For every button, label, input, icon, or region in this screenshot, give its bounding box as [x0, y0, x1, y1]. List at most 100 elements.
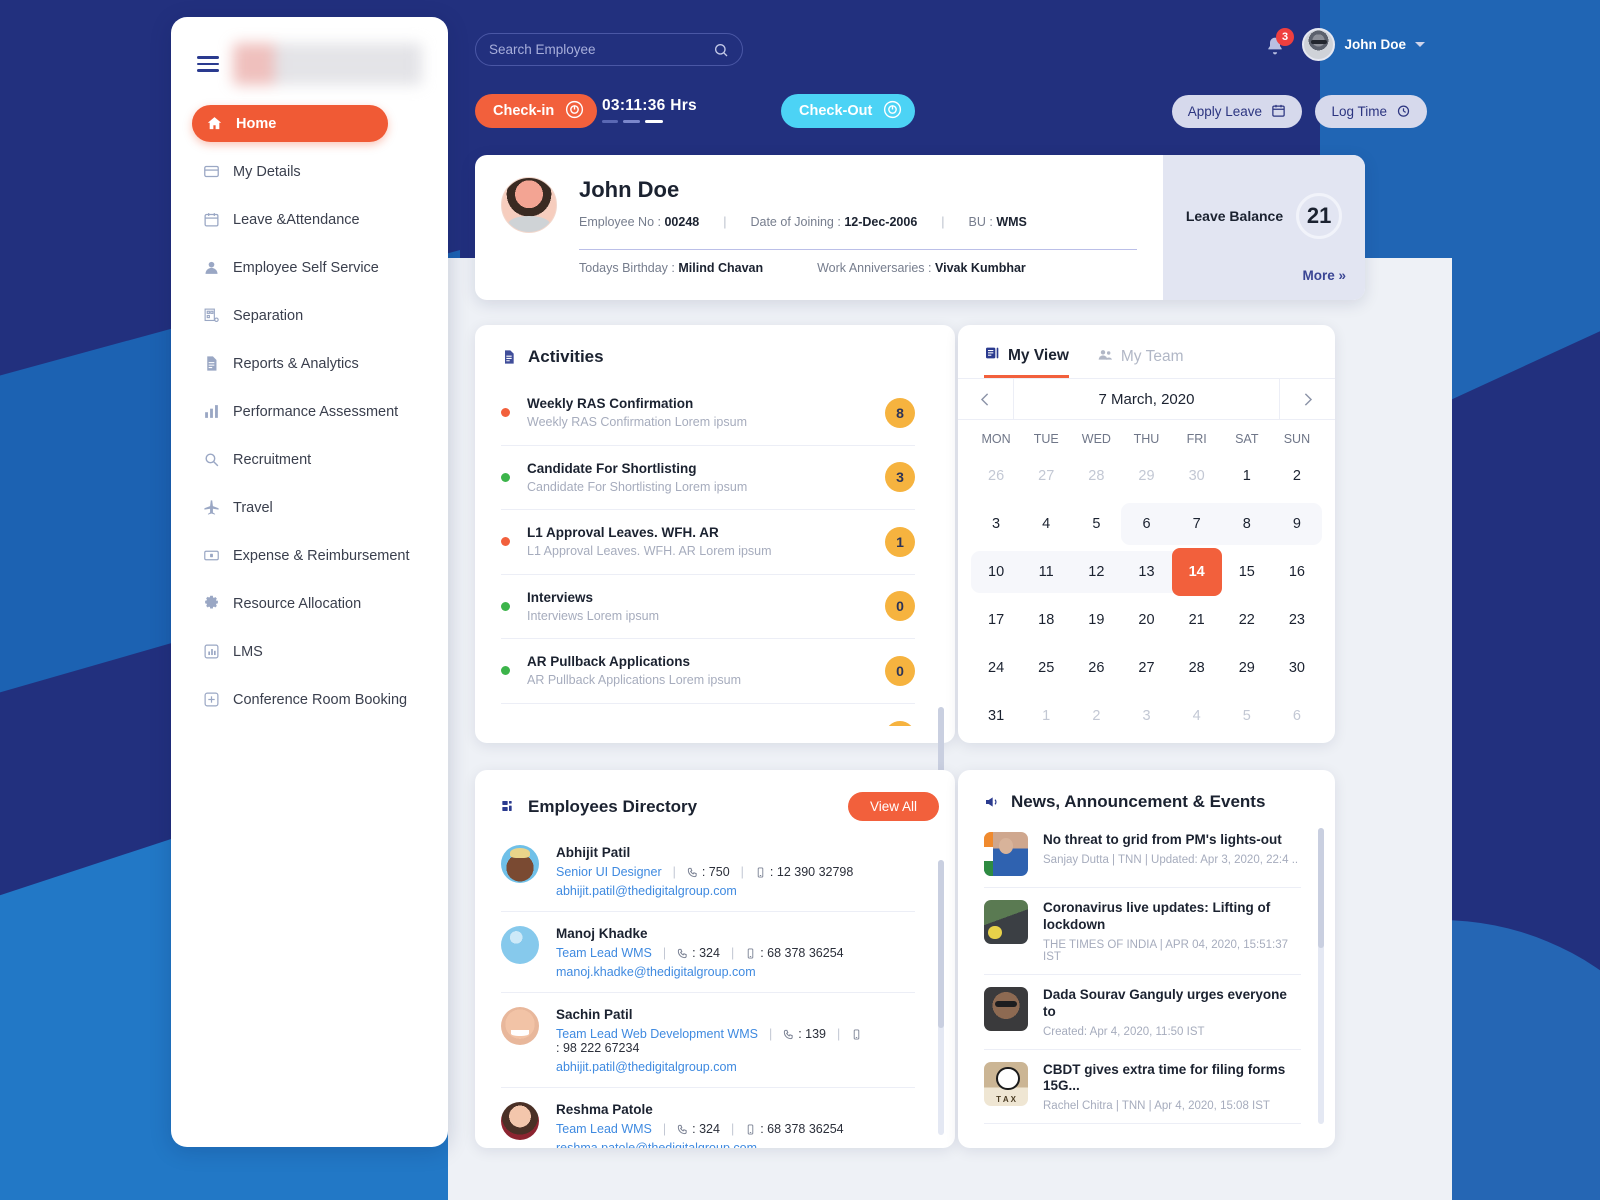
calendar-week-row: 17 18 19 20 21 22 23 [971, 596, 1322, 644]
activity-row[interactable]: Weekly RAS Confirmation Weekly RAS Confir… [501, 381, 915, 446]
calendar-day-cell[interactable]: 30 [1272, 644, 1322, 692]
activity-row[interactable]: AR Pullback Applications AR Pullback Appl… [501, 639, 915, 704]
sidebar-item-employee-self-service[interactable]: Employee Self Service [189, 249, 430, 286]
notifications-button[interactable]: 3 [1265, 28, 1294, 61]
employee-row[interactable]: Abhijit Patil Senior UI Designer |: 750 |: … [501, 831, 915, 912]
employee-row[interactable]: Sachin Patil Team Lead Web Development WM… [501, 993, 915, 1088]
calendar-day-cell[interactable]: 3 [1121, 692, 1171, 740]
calendar-day-cell[interactable]: 11 [1021, 548, 1071, 596]
news-row[interactable]: No threat to grid from PM's lights-out Sa… [984, 820, 1301, 888]
home-icon [206, 115, 223, 132]
sidebar-item-my-details[interactable]: My Details [189, 153, 430, 190]
calendar-day-cell[interactable]: 19 [1071, 596, 1121, 644]
check-in-button[interactable]: Check-in [475, 94, 598, 128]
calendar-day-cell[interactable]: 2 [1071, 692, 1121, 740]
hamburger-icon[interactable] [197, 56, 219, 72]
sidebar-item-lms[interactable]: LMS [189, 633, 430, 670]
calendar-day-cell[interactable]: 27 [1021, 452, 1071, 500]
employee-email[interactable]: abhijit.patil@thedigitalgroup.com [556, 884, 915, 898]
sidebar-item-conference-room-booking[interactable]: Conference Room Booking [189, 681, 430, 718]
sidebar-item-performance-assessment[interactable]: Performance Assessment [189, 393, 430, 430]
tab-my-view[interactable]: My View [984, 345, 1069, 378]
profile-meta: Employee No : 00248 | Date of Joining : … [579, 215, 1027, 229]
calendar-day-cell[interactable]: 5 [1071, 500, 1121, 548]
calendar-day-cell[interactable]: 3 [971, 500, 1021, 548]
profile-header: John Doe Employee No : 00248 | Date of J… [501, 177, 1137, 233]
calendar-weeks: 26 27 28 29 30 1 2 3 4 5 6 7 8 9 10 11 12 13 14 15 16 17 18 19 2… [971, 452, 1322, 740]
sidebar-item-travel[interactable]: Travel [189, 489, 430, 526]
employee-email[interactable]: manoj.khadke@thedigitalgroup.com [556, 965, 915, 979]
calendar-day-cell[interactable]: 16 [1272, 548, 1322, 596]
calendar-day-cell[interactable]: 15 [1222, 548, 1272, 596]
calendar-next-button[interactable] [1280, 379, 1335, 419]
calendar-day-cell[interactable]: 25 [1021, 644, 1071, 692]
calendar-day-cell[interactable]: 18 [1021, 596, 1071, 644]
check-out-button[interactable]: Check-Out [781, 94, 916, 128]
sidebar-item-home[interactable]: Home [192, 105, 388, 142]
news-row[interactable]: Coronavirus live updates: Lifting of loc… [984, 888, 1301, 975]
calendar-day-cell[interactable]: 4 [1021, 500, 1071, 548]
calendar-day-cell[interactable]: 26 [1071, 644, 1121, 692]
bu-value: WMS [996, 215, 1027, 229]
calendar-day-cell[interactable]: 10 [971, 548, 1021, 596]
calendar-day-cell[interactable]: 28 [1071, 452, 1121, 500]
calendar-day-cell[interactable]: 9 [1272, 500, 1322, 548]
calendar-day-cell[interactable]: 22 [1222, 596, 1272, 644]
tab-label: My View [1008, 346, 1069, 364]
calendar-day-cell[interactable]: 23 [1272, 596, 1322, 644]
sidebar-item-reports-analytics[interactable]: Reports & Analytics [189, 345, 430, 382]
leave-balance-row: Leave Balance 21 [1186, 193, 1343, 239]
calendar-day-cell[interactable]: 20 [1121, 596, 1171, 644]
activity-row[interactable]: L1 Approval Leaves. WFH. AR L1 Approval L… [501, 510, 915, 575]
calendar-day-cell[interactable]: 29 [1222, 644, 1272, 692]
calendar-day-cell[interactable]: 12 [1071, 548, 1121, 596]
sidebar-item-label: Performance Assessment [233, 403, 399, 420]
calendar-day-cell[interactable]: 6 [1272, 692, 1322, 740]
calendar-day-cell[interactable]: 30 [1172, 452, 1222, 500]
tab-my-team[interactable]: My Team [1097, 345, 1183, 378]
news-row[interactable]: CBDT gives extra time for filing forms 1… [984, 1050, 1301, 1125]
employee-row[interactable]: Reshma Patole Team Lead WMS |: 324 |: 68 37… [501, 1088, 915, 1148]
calendar-day-today[interactable]: 14 [1171, 548, 1222, 596]
view-all-button[interactable]: View All [847, 792, 939, 821]
calendar-day-cell[interactable]: 31 [971, 692, 1021, 740]
calendar-day-cell[interactable]: 4 [1172, 692, 1222, 740]
directory-scrollbar[interactable] [938, 860, 944, 1135]
employee-row[interactable]: Manoj Khadke Team Lead WMS |: 324 |: 68 378… [501, 912, 915, 993]
activity-row[interactable]: Interviews Interviews Lorem ipsum 0 [501, 575, 915, 639]
employee-email[interactable]: reshma.patole@thedigitalgroup.com [556, 1141, 915, 1148]
user-menu[interactable]: John Doe [1302, 28, 1425, 61]
calendar-day-cell[interactable]: 21 [1172, 596, 1222, 644]
activity-row[interactable]: Candidate For Shortlisting Candidate For … [501, 446, 915, 510]
search-box[interactable] [475, 33, 743, 66]
calendar-day-cell[interactable]: 8 [1222, 500, 1272, 548]
calendar-day-cell[interactable]: 13 [1121, 548, 1171, 596]
calendar-day-cell[interactable]: 2 [1272, 452, 1322, 500]
employee-name: Manoj Khadke [556, 926, 648, 941]
sidebar-item-separation[interactable]: Separation [189, 297, 430, 334]
calendar-day-cell[interactable]: 24 [971, 644, 1021, 692]
sidebar-item-resource-allocation[interactable]: Resource Allocation [189, 585, 430, 622]
news-scrollbar[interactable] [1318, 828, 1324, 1124]
log-time-button[interactable]: Log Time [1315, 95, 1427, 128]
news-row[interactable]: Dada Sourav Ganguly urges everyone to Cre… [984, 975, 1301, 1050]
calendar-day-cell[interactable]: 27 [1121, 644, 1171, 692]
apply-leave-button[interactable]: Apply Leave [1171, 95, 1302, 128]
employee-email[interactable]: abhijit.patil@thedigitalgroup.com [556, 1060, 915, 1074]
calendar-day-cell[interactable]: 5 [1222, 692, 1272, 740]
sidebar-item-recruitment[interactable]: Recruitment [189, 441, 430, 478]
sidebar-item-leave-attendance[interactable]: Leave &Attendance [189, 201, 430, 238]
calendar-day-cell[interactable]: 1 [1021, 692, 1071, 740]
activity-row[interactable]: WFH Pullback Applications0 [501, 704, 915, 726]
calendar-day-cell[interactable]: 29 [1121, 452, 1171, 500]
calendar-day-cell[interactable]: 17 [971, 596, 1021, 644]
calendar-day-cell[interactable]: 28 [1172, 644, 1222, 692]
calendar-day-cell[interactable]: 26 [971, 452, 1021, 500]
calendar-day-cell[interactable]: 1 [1222, 452, 1272, 500]
sidebar-item-expense-reimbursement[interactable]: Expense & Reimbursement [189, 537, 430, 574]
calendar-day-cell[interactable]: 6 [1121, 500, 1171, 548]
search-input[interactable] [489, 42, 713, 57]
calendar-prev-button[interactable] [958, 379, 1013, 419]
calendar-day-cell[interactable]: 7 [1172, 500, 1222, 548]
leave-balance-more-link[interactable]: More » [1302, 268, 1346, 283]
